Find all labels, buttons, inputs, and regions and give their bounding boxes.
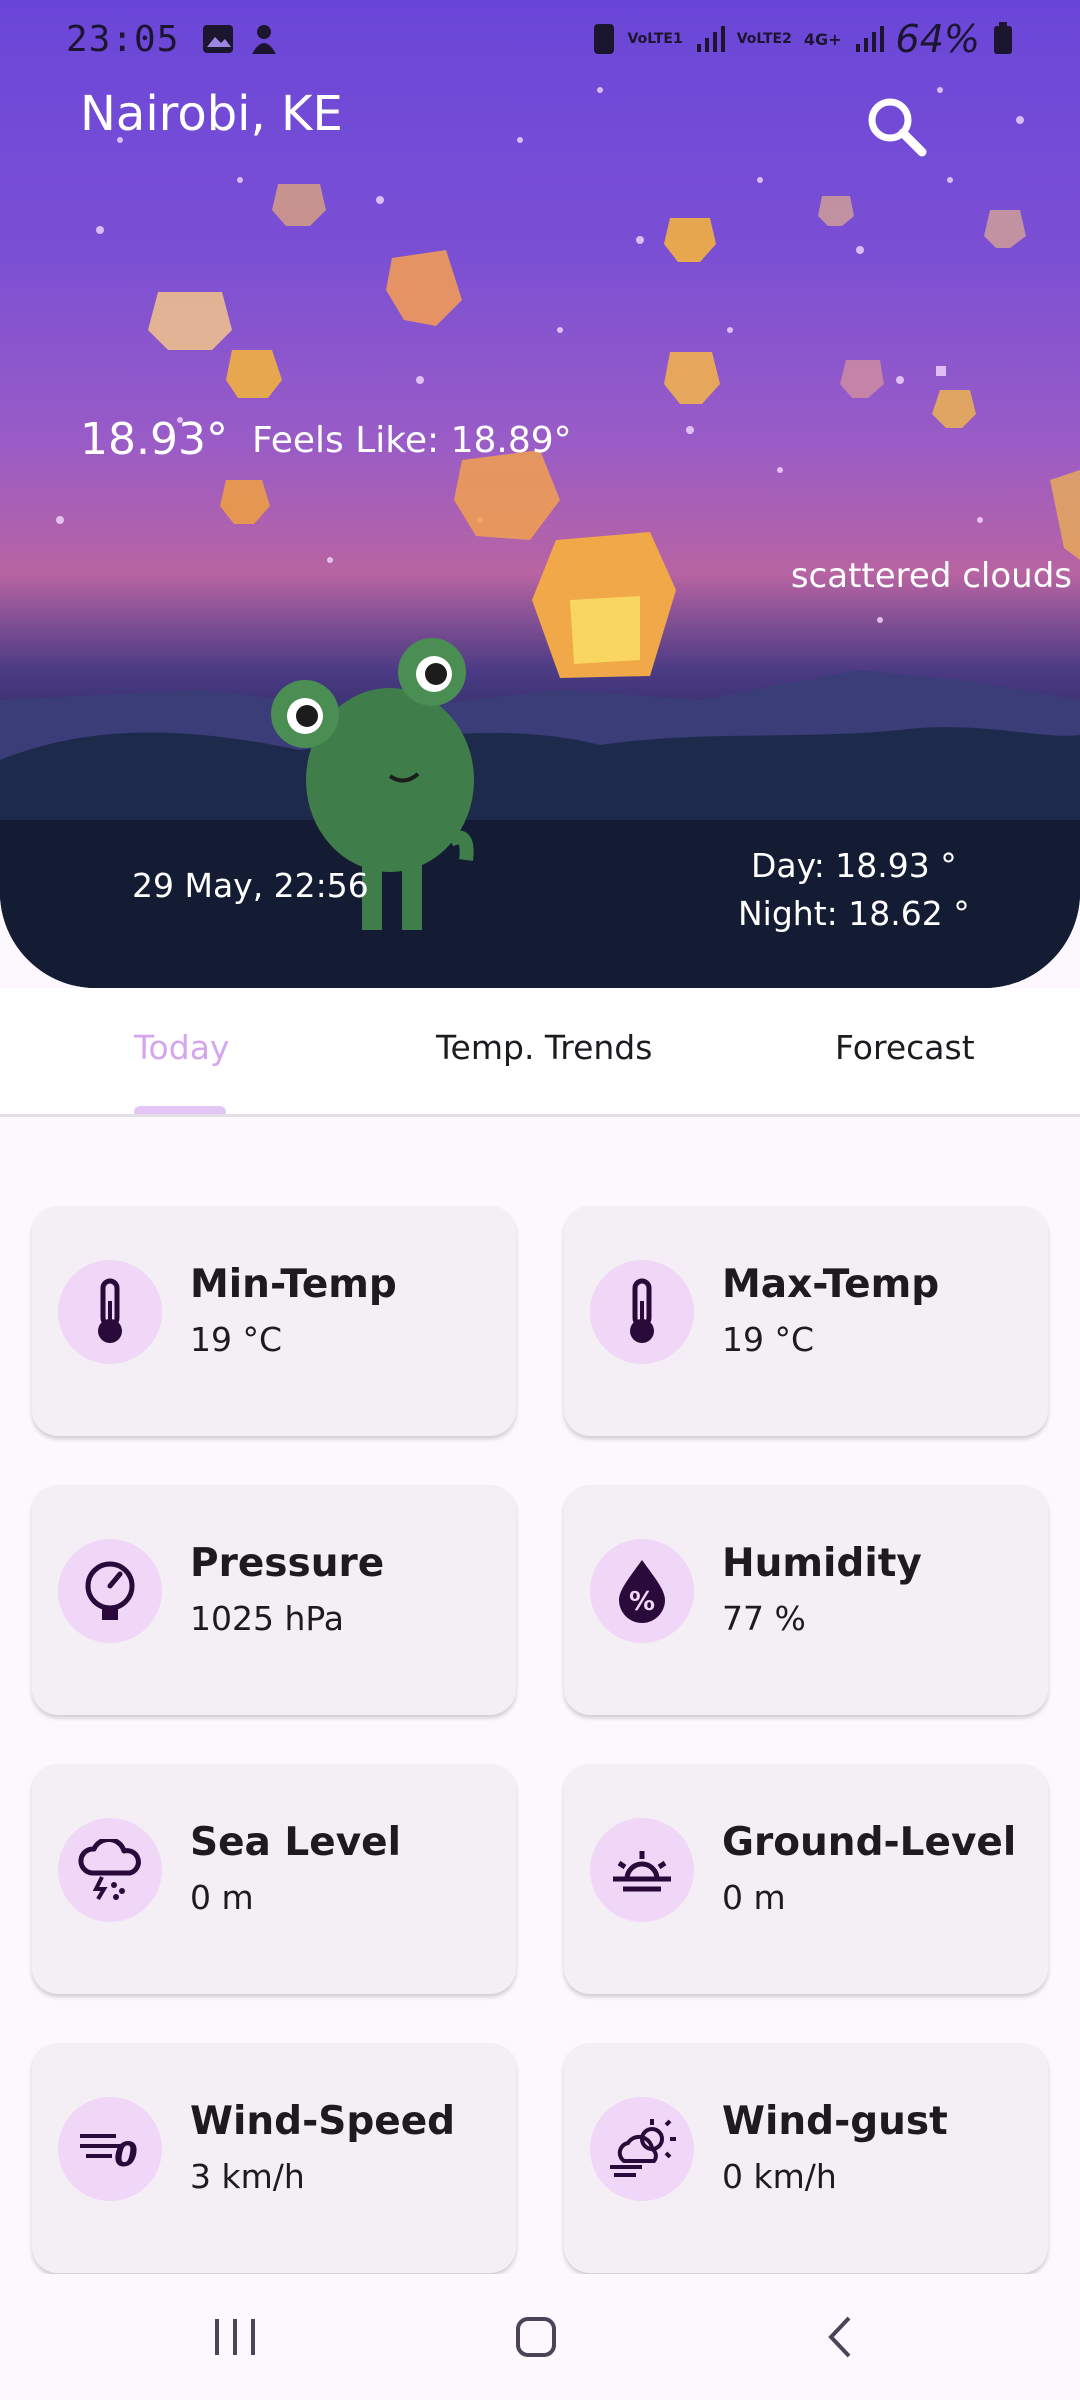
back-button[interactable]	[780, 2274, 900, 2400]
search-icon	[868, 98, 927, 157]
weather-hero: 23:05 VoLTE1 VoLTE2 4G+ 64% Nairobi, KE …	[0, 0, 1080, 988]
weather-description: scattered clouds	[790, 556, 1072, 596]
windy-sun-cloud-icon	[590, 2097, 694, 2201]
card-wind-speed: 0 Wind-Speed 3 km/h	[32, 2043, 516, 2273]
card-label: Humidity	[722, 1541, 922, 1586]
system-nav-bar	[0, 2274, 1080, 2400]
home-icon	[516, 2317, 556, 2357]
card-value: 19 °C	[722, 1320, 815, 1359]
signal1-icon	[696, 26, 725, 52]
search-button[interactable]	[862, 92, 932, 162]
storm-cloud-icon	[58, 1818, 162, 1922]
tab-bar: Today Temp. Trends Forecast	[0, 988, 1080, 1117]
volte2-icon: VoLTE2	[736, 31, 792, 47]
alarm-icon	[593, 24, 614, 54]
humidity-drop-icon: %	[590, 1539, 694, 1643]
tab-forecast[interactable]: Forecast	[835, 1028, 975, 1067]
card-pressure: Pressure 1025 hPa	[32, 1485, 516, 1715]
signal2-icon	[855, 26, 884, 52]
card-value: 3 km/h	[190, 2157, 305, 2196]
battery-icon	[994, 22, 1012, 54]
wind-icon: 0	[58, 2097, 162, 2201]
card-label: Max-Temp	[722, 1262, 940, 1307]
tab-today[interactable]: Today	[134, 1028, 229, 1067]
recents-button[interactable]	[175, 2274, 295, 2400]
back-icon	[828, 2316, 851, 2358]
recents-icon	[215, 2319, 255, 2355]
card-label: Wind-gust	[722, 2099, 948, 2144]
card-value: 1025 hPa	[190, 1599, 345, 1638]
svg-text:0: 0	[114, 2135, 138, 2172]
card-value: 0 km/h	[722, 2157, 837, 2196]
card-label: Wind-Speed	[190, 2099, 456, 2144]
card-label: Sea Level	[190, 1820, 401, 1865]
card-value: 0 m	[722, 1878, 786, 1917]
notification-icon	[252, 25, 277, 54]
night-temp: Night: 18.62 °	[738, 894, 970, 933]
battery-percent: 64%	[895, 17, 980, 61]
status-time: 23:05	[66, 18, 180, 60]
feels-like: Feels Like: 18.89°	[252, 420, 572, 461]
svg-text:%: %	[629, 1587, 655, 1617]
sunset-icon	[590, 1818, 694, 1922]
tab-indicator	[134, 1106, 226, 1114]
gallery-icon	[203, 25, 234, 53]
card-value: 0 m	[190, 1878, 254, 1917]
home-button[interactable]	[476, 2274, 596, 2400]
card-wind-gust: Wind-gust 0 km/h	[564, 2043, 1048, 2273]
card-sea-level: Sea Level 0 m	[32, 1764, 516, 1994]
date-time: 29 May, 22:56	[132, 866, 369, 905]
current-temp: 18.93°	[80, 414, 228, 465]
thermometer-icon	[590, 1260, 694, 1364]
card-ground-level: Ground-Level 0 m	[564, 1764, 1048, 1994]
thermometer-icon	[58, 1260, 162, 1364]
card-label: Pressure	[190, 1541, 385, 1586]
gauge-icon	[58, 1539, 162, 1643]
card-humidity: % Humidity 77 %	[564, 1485, 1048, 1715]
card-max-temp: Max-Temp 19 °C	[564, 1206, 1048, 1436]
volte1-icon: VoLTE1	[627, 31, 683, 47]
4g-icon: 4G+	[803, 29, 842, 49]
card-label: Min-Temp	[190, 1262, 397, 1307]
card-min-temp: Min-Temp 19 °C	[32, 1206, 516, 1436]
day-temp: Day: 18.93 °	[750, 846, 957, 885]
status-bar: 23:05 VoLTE1 VoLTE2 4G+ 64%	[66, 14, 1014, 64]
card-value: 19 °C	[190, 1320, 283, 1359]
card-value: 77 %	[722, 1599, 806, 1638]
city-name: Nairobi, KE	[80, 86, 343, 142]
tab-temp-trends[interactable]: Temp. Trends	[436, 1028, 652, 1067]
status-right: VoLTE1 VoLTE2 4G+ 64%	[592, 17, 1014, 61]
card-label: Ground-Level	[722, 1820, 1017, 1865]
day-night-temps: Day: 18.93 ° Night: 18.62 °	[738, 842, 970, 938]
